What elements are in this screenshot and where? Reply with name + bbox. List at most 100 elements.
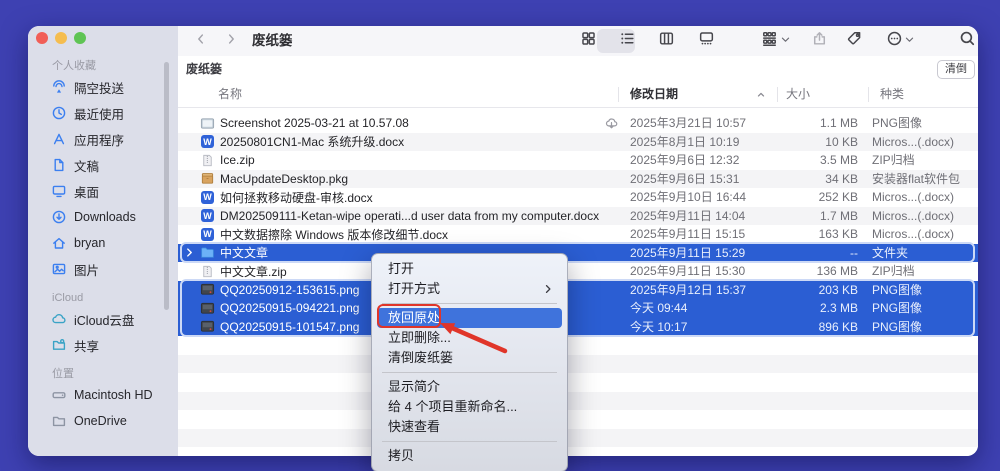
sidebar-item-icloud-drive[interactable]: iCloud云盘 — [28, 306, 178, 332]
sidebar-item-airdrop[interactable]: 隔空投送 — [28, 74, 178, 100]
chevron-down-icon[interactable] — [903, 29, 915, 53]
disclosure-spacer — [184, 118, 195, 129]
back-button[interactable] — [190, 30, 212, 52]
column-header-kind[interactable]: 种类 — [880, 82, 904, 107]
table-row[interactable]: WDM202509111-Ketan-wipe operati...d user… — [178, 207, 978, 226]
file-kind: PNG图像 — [872, 318, 922, 337]
date-modified: 今天 10:17 — [630, 318, 687, 337]
sidebar-item-label: iCloud云盘 — [74, 310, 134, 329]
chevron-left-icon — [194, 32, 208, 51]
table-row[interactable]: QQ20250912-153615.png2025年9月12日 15:37203… — [178, 281, 978, 300]
gallery-view-button[interactable] — [694, 29, 718, 53]
gallery-view-icon — [698, 30, 715, 52]
column-divider[interactable] — [868, 87, 869, 102]
package-icon — [200, 171, 215, 186]
group-by-button[interactable] — [757, 29, 781, 53]
sidebar-item-desktop[interactable]: 桌面 — [28, 178, 178, 204]
list-view-icon — [619, 30, 636, 52]
sidebar-item-downloads[interactable]: Downloads — [28, 204, 178, 230]
table-row[interactable]: W中文数据擦除 Windows 版本修改细节.docx2025年9月11日 15… — [178, 225, 978, 244]
menu-item-delete-immediately[interactable]: 立即删除... — [377, 328, 562, 348]
sidebar-item-documents[interactable]: 文稿 — [28, 152, 178, 178]
cloud-icon — [51, 311, 67, 327]
minimize-button-icon[interactable] — [55, 32, 67, 44]
table-row[interactable]: QQ20250915-101547.png今天 10:17896 KBPNG图像 — [178, 318, 978, 337]
file-name: QQ20250912-153615.png — [220, 283, 359, 297]
column-header-date-modified[interactable]: 修改日期 — [630, 82, 678, 107]
file-kind: 安装器flat软件包 — [872, 170, 960, 189]
applications-icon — [51, 131, 67, 147]
file-name: 中文文章.zip — [220, 263, 287, 280]
sidebar-item-label: OneDrive — [74, 414, 127, 428]
disclosure-spacer — [184, 173, 195, 184]
empty-row — [178, 447, 978, 456]
share-icon — [811, 30, 828, 52]
menu-item-quick-look[interactable]: 快速查看 — [377, 417, 562, 437]
chevron-right-icon — [224, 32, 238, 51]
file-name: 20250801CN1-Mac 系统升级.docx — [220, 133, 404, 150]
menu-item-put-back[interactable]: 放回原处 — [377, 308, 562, 328]
sidebar-section-label: iCloud — [52, 290, 178, 306]
column-view-button[interactable] — [654, 29, 678, 53]
column-divider[interactable] — [777, 87, 778, 102]
table-row[interactable]: W20250801CN1-Mac 系统升级.docx2025年8月1日 10:1… — [178, 133, 978, 152]
file-size: 1.1 MB — [758, 114, 858, 133]
date-modified: 2025年8月1日 10:19 — [630, 133, 739, 152]
menu-item-copy[interactable]: 拷贝 — [377, 446, 562, 466]
file-name: Screenshot 2025-03-21 at 10.57.08 — [220, 116, 409, 130]
close-button-icon[interactable] — [36, 32, 48, 44]
menu-item-empty-trash[interactable]: 清倒废纸篓 — [377, 348, 562, 368]
table-row[interactable]: QQ20250915-094221.png今天 09:442.3 MBPNG图像 — [178, 299, 978, 318]
chevron-down-icon[interactable] — [779, 29, 791, 53]
zoom-button-icon[interactable] — [74, 32, 86, 44]
sidebar-item-recents[interactable]: 最近使用 — [28, 100, 178, 126]
table-row[interactable]: Screenshot 2025-03-21 at 10.57.082025年3月… — [178, 114, 978, 133]
file-name: 中文文章 — [220, 244, 268, 261]
column-header-name[interactable]: 名称 — [218, 82, 242, 107]
sidebar-item-shared[interactable]: 共享 — [28, 332, 178, 358]
forward-button[interactable] — [220, 30, 242, 52]
menu-item-rename-items[interactable]: 给 4 个项目重新命名... — [377, 397, 562, 417]
table-row[interactable]: 中文文章.zip2025年9月11日 15:30136 MBZIP归档 — [178, 262, 978, 281]
sidebar-item-pictures[interactable]: 图片 — [28, 256, 178, 282]
sort-ascending-icon — [756, 90, 766, 100]
sidebar-item-onedrive[interactable]: OneDrive — [28, 408, 178, 434]
sidebar-item-home[interactable]: bryan — [28, 230, 178, 256]
grid-view-icon — [580, 30, 597, 52]
table-row[interactable]: MacUpdateDesktop.pkg2025年9月6日 15:3134 KB… — [178, 170, 978, 189]
sidebar-list: 个人收藏隔空投送最近使用应用程序文稿桌面Downloadsbryan图片iClo… — [28, 56, 178, 434]
menu-item-label: 快速查看 — [388, 419, 440, 434]
cloud-download-icon[interactable] — [604, 116, 619, 131]
empty-row — [178, 373, 978, 392]
file-size: 896 KB — [758, 318, 858, 337]
file-name-cell: Ice.zip — [184, 151, 616, 170]
column-header-size[interactable]: 大小 — [786, 82, 810, 107]
search-button[interactable] — [955, 29, 978, 53]
sidebar-item-applications[interactable]: 应用程序 — [28, 126, 178, 152]
menu-item-open-with[interactable]: 打开方式 — [377, 279, 562, 299]
group-by-icon — [761, 30, 778, 52]
menu-item-get-info[interactable]: 显示简介 — [377, 377, 562, 397]
sidebar-item-macintosh-hd[interactable]: Macintosh HD — [28, 382, 178, 408]
table-row[interactable]: 中文文章2025年9月11日 15:29--文件夹 — [178, 244, 978, 263]
file-size: 163 KB — [758, 225, 858, 244]
disclosure-chevron-icon[interactable] — [184, 247, 195, 258]
table-row[interactable]: W如何拯救移动硬盘-审核.docx2025年9月10日 16:44252 KBM… — [178, 188, 978, 207]
tags-button[interactable] — [842, 29, 866, 53]
column-divider[interactable] — [618, 87, 619, 102]
disclosure-spacer — [184, 210, 195, 221]
column-view-icon — [658, 30, 675, 52]
share-button[interactable] — [807, 29, 831, 53]
disclosure-spacer — [184, 136, 195, 147]
menu-item-label: 给 4 个项目重新命名... — [388, 399, 517, 414]
sidebar-scrollbar[interactable] — [164, 62, 169, 310]
empty-trash-button[interactable]: 清倒 — [937, 60, 975, 79]
file-size: -- — [758, 244, 858, 263]
screenshot-frame: 个人收藏隔空投送最近使用应用程序文稿桌面Downloadsbryan图片iClo… — [0, 0, 1000, 471]
menu-item-open[interactable]: 打开 — [377, 259, 562, 279]
date-modified: 2025年9月11日 15:15 — [630, 225, 745, 244]
sidebar-section-label: 位置 — [52, 366, 178, 382]
list-view-button[interactable] — [615, 29, 639, 53]
toolbar: 废纸篓 — [178, 26, 978, 57]
table-row[interactable]: Ice.zip2025年9月6日 12:323.5 MBZIP归档 — [178, 151, 978, 170]
